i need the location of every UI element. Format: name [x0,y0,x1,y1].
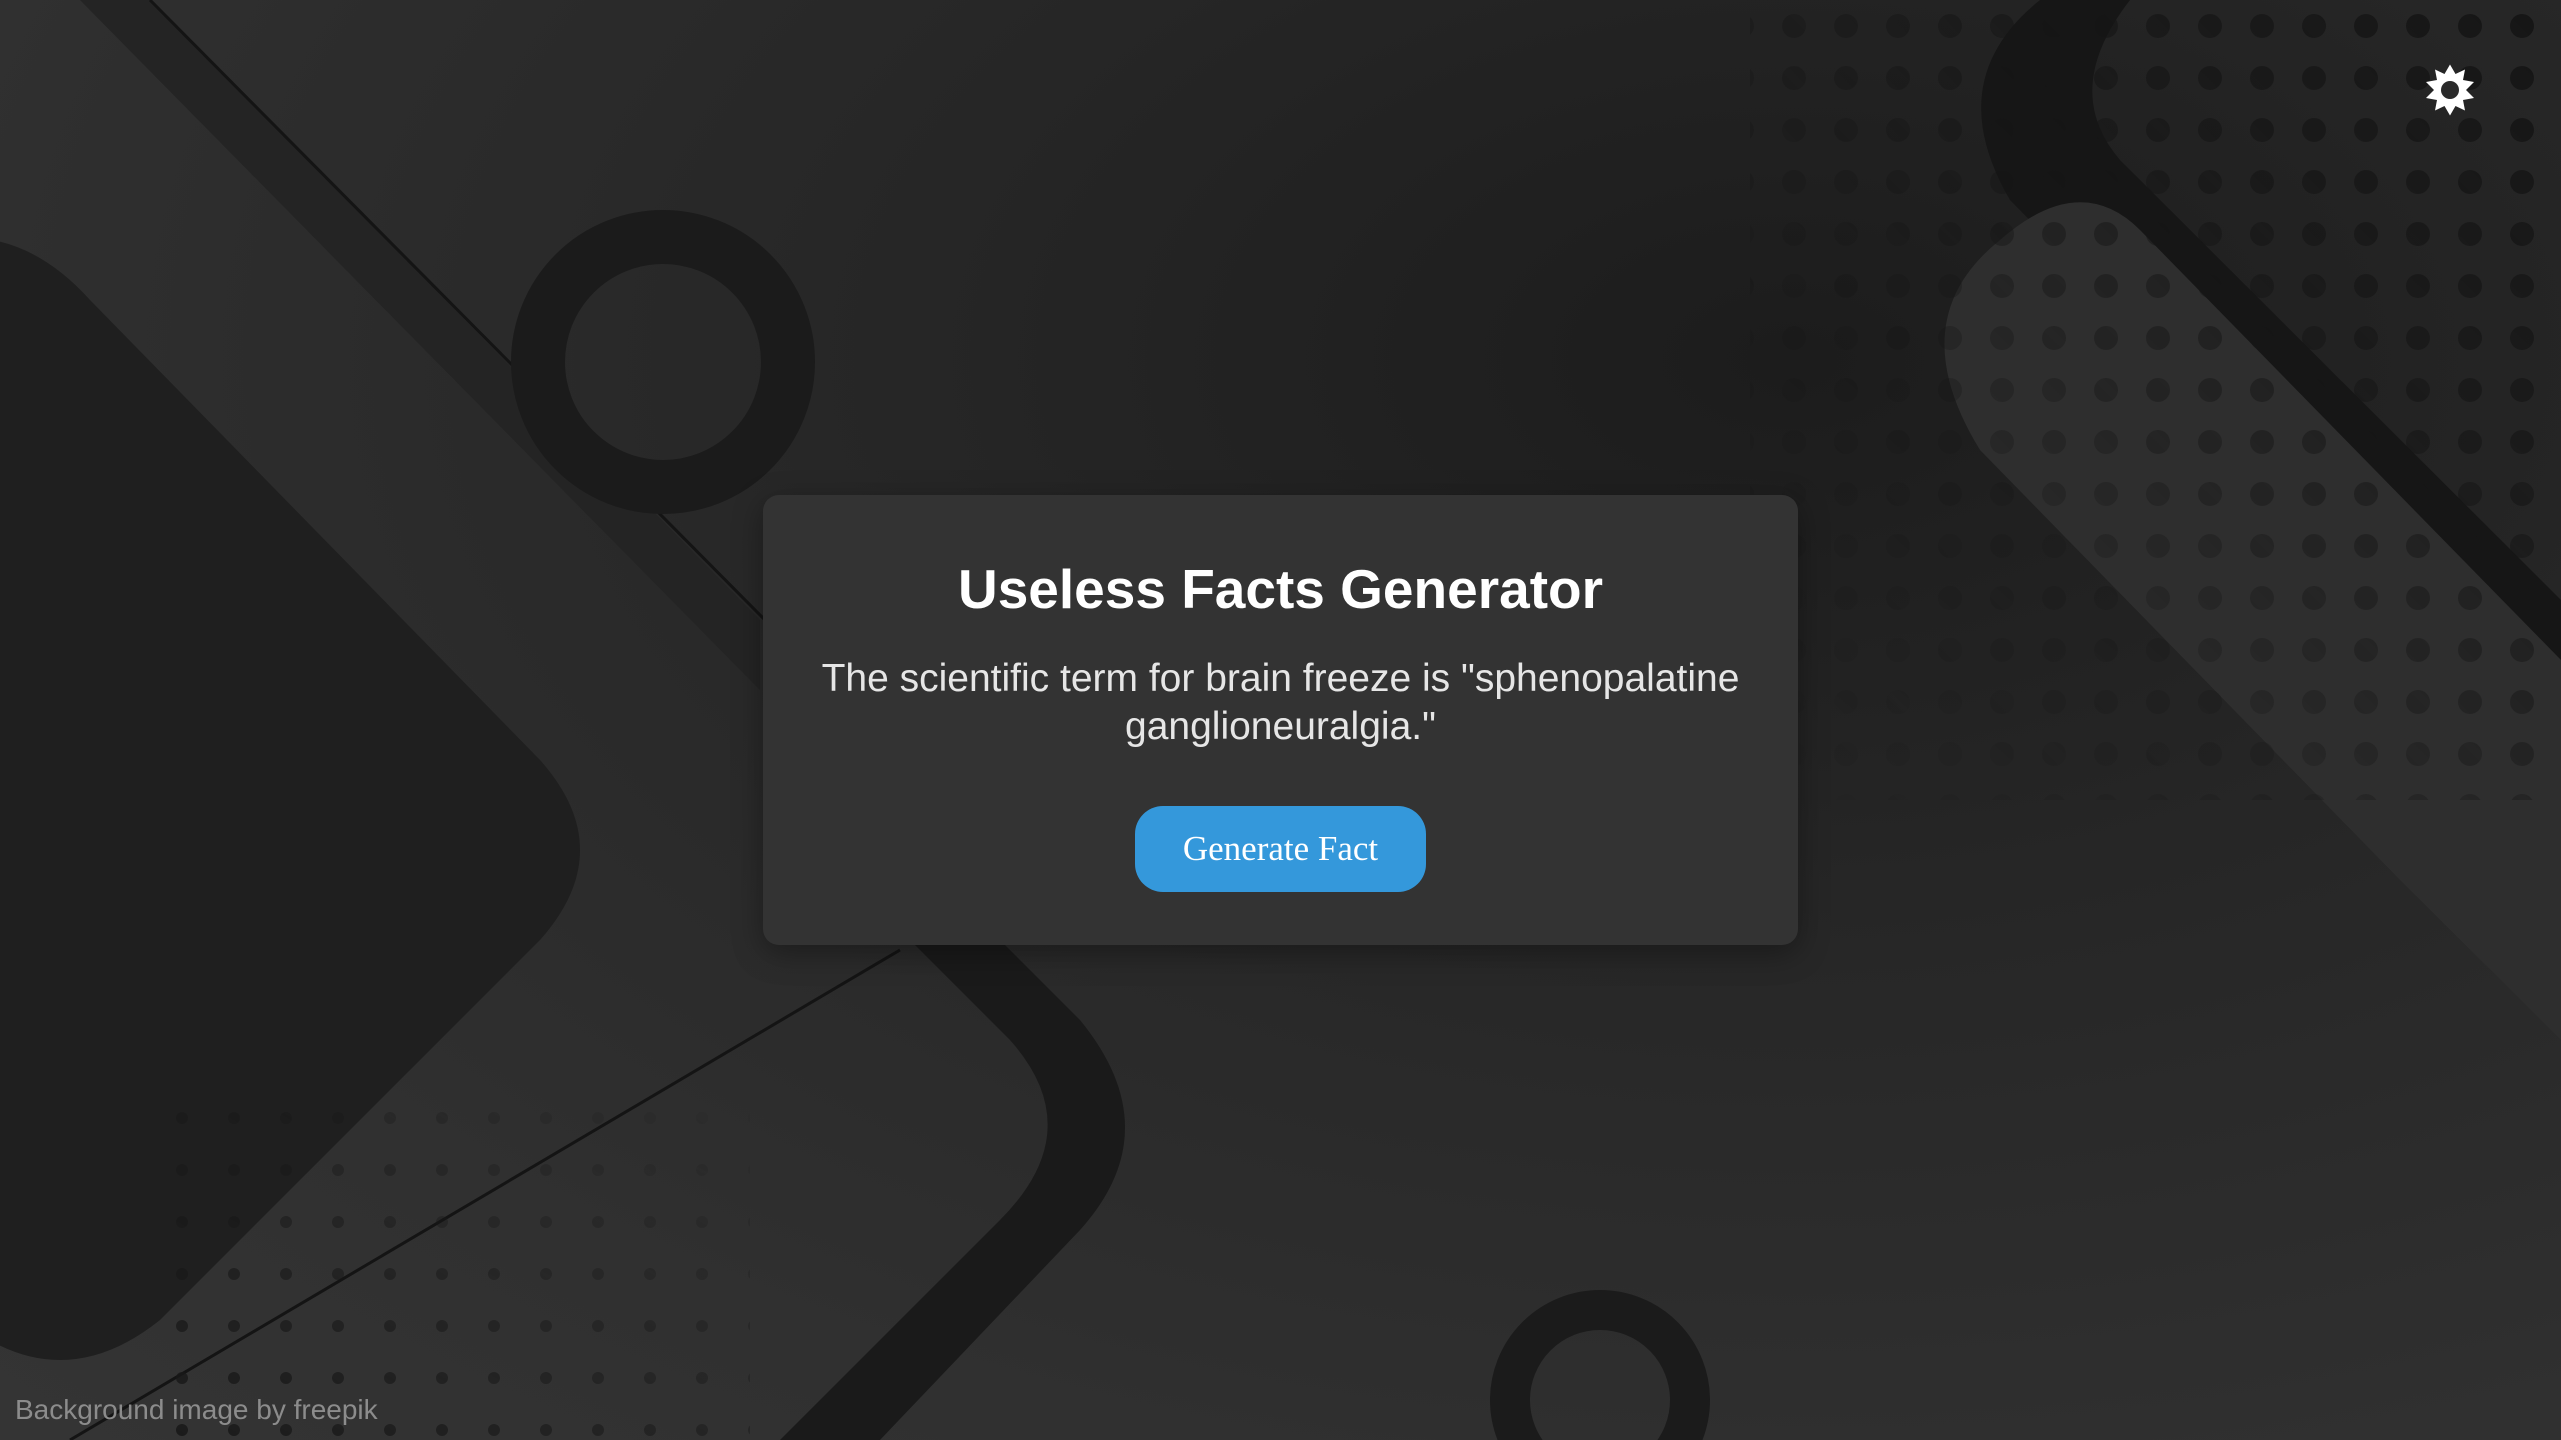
generate-fact-button[interactable]: Generate Fact [1135,806,1426,892]
fact-text: The scientific term for brain freeze is … [821,657,1740,748]
app-screen: Useless Facts Generator The scientific t… [0,0,2561,1440]
background-credit: Background image by freepik [15,1394,378,1425]
page-title: Useless Facts Generator [957,558,1604,620]
gear-icon [2426,64,2474,116]
fact-card: Useless Facts Generator The scientific t… [763,495,1798,945]
settings-button[interactable] [2420,60,2480,120]
